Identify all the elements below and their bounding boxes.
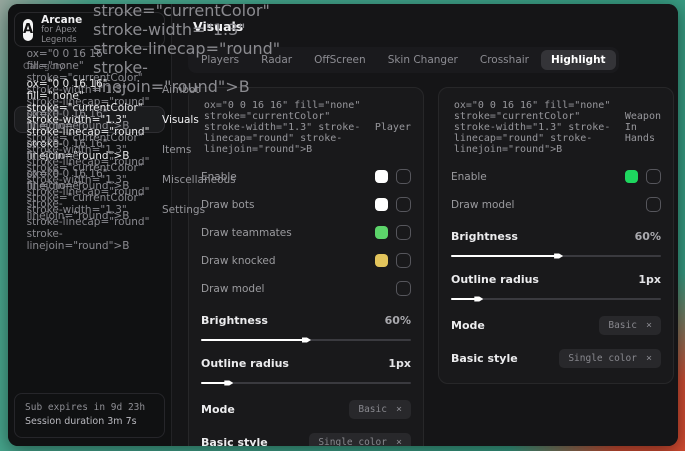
toggle-label: Draw knocked [201, 255, 276, 267]
slider-label-row: Outline radius 1px [201, 353, 411, 374]
toggle-row: Draw teammates [201, 222, 411, 243]
tag-chip-single-color[interactable]: Single color × [309, 433, 411, 446]
tag-chip-basic[interactable]: Basic × [349, 400, 411, 419]
toggle-row: Draw knocked [201, 250, 411, 271]
panel-title: Weapon In Hands [625, 111, 661, 144]
slider-label: Brightness [201, 314, 268, 327]
toggle-row: Draw bots [201, 194, 411, 215]
slider-value: 1px [388, 357, 411, 370]
color-swatch[interactable] [375, 198, 388, 211]
checkbox[interactable] [396, 281, 411, 296]
slider-outline-radius[interactable] [201, 379, 411, 387]
toggle-label: Enable [451, 171, 487, 183]
slider-label: Outline radius [201, 357, 289, 370]
slider-label: Outline radius [451, 273, 539, 286]
sidebar-nav: ox="0 0 16 16" fill="none" stroke="curre… [8, 76, 171, 223]
checkbox[interactable] [396, 169, 411, 184]
toggle-row: Draw model [201, 278, 411, 299]
sidebar-item-label: Settings [162, 204, 205, 216]
remove-tag-icon[interactable]: × [396, 437, 402, 446]
select-label: Basic style [451, 352, 518, 365]
sidebar-item-settings[interactable]: ox="0 0 16 16" fill="none" stroke="curre… [14, 196, 165, 223]
tag-chip-single-color[interactable]: Single color × [559, 349, 661, 368]
slider-outline-radius[interactable] [451, 295, 661, 303]
sidebar-item-label: Visuals [162, 114, 199, 126]
app-logo: A [23, 19, 33, 41]
slider-fill [201, 382, 228, 384]
remove-tag-icon[interactable]: × [396, 404, 402, 415]
tag-label: Basic [358, 404, 387, 415]
tag-label: Basic [608, 320, 637, 331]
slider-label-row: Outline radius 1px [451, 269, 661, 290]
panel-header: ox="0 0 16 16" fill="none" stroke="curre… [451, 100, 661, 155]
color-swatch[interactable] [375, 254, 388, 267]
tag-chip-basic[interactable]: Basic × [599, 316, 661, 335]
select-label: Mode [451, 319, 485, 332]
toggle-label: Draw model [201, 283, 264, 295]
sidebar-item-label: Items [162, 144, 191, 156]
panel-header: ox="0 0 16 16" fill="none" stroke="curre… [201, 100, 411, 155]
slider-fill [451, 298, 478, 300]
slider-value: 1px [638, 273, 661, 286]
remove-tag-icon[interactable]: × [646, 320, 652, 331]
slider-label-row: Brightness 60% [451, 226, 661, 247]
slider-label-row: Brightness 60% [201, 310, 411, 331]
panels-container: ox="0 0 16 16" fill="none" stroke="curre… [188, 87, 674, 446]
tab-skin-changer[interactable]: Skin Changer [378, 50, 468, 70]
tag-label: Single color [318, 437, 387, 446]
remove-tag-icon[interactable]: × [646, 353, 652, 364]
sub-expiry-text: Sub expires in 9d 23h [25, 401, 154, 416]
select-row: Basic style Single color × [451, 348, 661, 369]
session-duration-text: Session duration 3m 7s [25, 415, 154, 430]
wand-icon: ox="0 0 16 16" fill="none" stroke="curre… [201, 100, 368, 155]
select-row: Mode Basic × [451, 315, 661, 336]
sidebar: A Arcane for Apex Legends ox="0 0 16 16"… [8, 4, 172, 446]
slider-fill [451, 255, 558, 257]
slider-thumb[interactable] [474, 295, 483, 303]
checkbox[interactable] [646, 197, 661, 212]
slider-thumb[interactable] [302, 336, 311, 344]
slider-brightness[interactable] [451, 252, 661, 260]
tag-label: Single color [568, 353, 637, 364]
toggle-label: Draw model [451, 199, 514, 211]
checkbox[interactable] [396, 253, 411, 268]
tab-offscreen[interactable]: OffScreen [304, 50, 376, 70]
app-window: A Arcane for Apex Legends ox="0 0 16 16"… [8, 4, 678, 446]
tab-highlight[interactable]: Highlight [541, 50, 616, 70]
slider-value: 60% [635, 230, 661, 243]
panel-weapon-in-hands: ox="0 0 16 16" fill="none" stroke="curre… [438, 87, 674, 384]
gear-icon: ox="0 0 16 16" fill="none" stroke="curre… [24, 168, 153, 252]
slider-thumb[interactable] [554, 252, 563, 260]
select-row: Basic style Single color × [201, 432, 411, 446]
toggle-row: Enable [451, 166, 661, 187]
wand-icon: ox="0 0 16 16" fill="none" stroke="curre… [451, 100, 618, 155]
slider-fill [201, 339, 306, 341]
checkbox[interactable] [396, 197, 411, 212]
select-label: Basic style [201, 436, 268, 446]
sidebar-item-label: Aimbot [162, 84, 200, 96]
app-subtitle: for Apex Legends [41, 26, 82, 46]
app-header-card: A Arcane for Apex Legends ox="0 0 16 16"… [14, 12, 165, 47]
slider-value: 60% [385, 314, 411, 327]
panel-title: Player [375, 122, 411, 133]
color-swatch[interactable] [625, 170, 638, 183]
tab-crosshair[interactable]: Crosshair [470, 50, 539, 70]
toggle-label: Draw teammates [201, 227, 292, 239]
color-swatch[interactable] [375, 226, 388, 239]
slider-label: Brightness [451, 230, 518, 243]
app-name: Arcane [41, 14, 82, 26]
sidebar-item-label: Miscellaneous [162, 174, 236, 186]
checkbox[interactable] [646, 169, 661, 184]
color-swatch[interactable] [375, 170, 388, 183]
toggle-label: Draw bots [201, 199, 254, 211]
panel-player: ox="0 0 16 16" fill="none" stroke="curre… [188, 87, 424, 446]
slider-brightness[interactable] [201, 336, 411, 344]
slider-thumb[interactable] [224, 379, 233, 387]
select-row: Mode Basic × [201, 399, 411, 420]
session-card: Sub expires in 9d 23h Session duration 3… [14, 393, 165, 438]
checkbox[interactable] [396, 225, 411, 240]
select-label: Mode [201, 403, 235, 416]
toggle-row: Draw model [451, 194, 661, 215]
